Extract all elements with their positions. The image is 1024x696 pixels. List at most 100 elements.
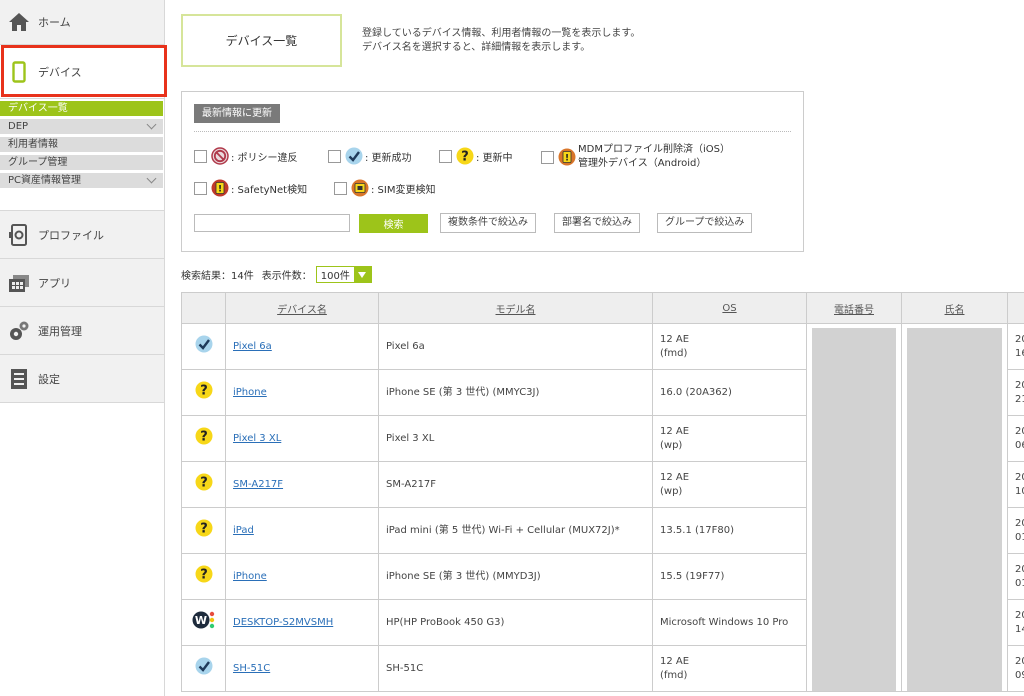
column-header-user-name[interactable]: 氏名 — [901, 292, 1008, 324]
device-name-cell: iPad — [225, 507, 379, 554]
checkbox[interactable] — [194, 149, 207, 163]
page-description: 登録しているデバイス情報、利用者情報の一覧を表示します。 デバイス名を選択すると… — [362, 27, 640, 55]
subnav-device-list[interactable]: デバイス一覧 — [0, 101, 163, 116]
policy-violation-icon — [211, 147, 229, 165]
os-version: 16.0 (20A362) — [660, 386, 732, 398]
app-icon — [8, 272, 30, 294]
extra-line2: 14 — [1015, 623, 1024, 635]
filter-sim-change[interactable]: : SIM変更検知 — [334, 179, 435, 197]
model-cell: HP(HP ProBook 450 G3) — [378, 599, 653, 646]
extra-line2: 16 — [1015, 347, 1024, 359]
nav-home[interactable]: ホーム — [0, 0, 164, 45]
nav-profile[interactable]: プロファイル — [0, 211, 164, 259]
department-filter-button[interactable]: 部署名で絞込み — [554, 213, 640, 233]
table-row: Pixel 6aPixel 6a12 AE(fmd)2016 — [181, 323, 1024, 692]
subnav-group[interactable]: グループ管理 — [0, 155, 163, 170]
checkbox[interactable] — [541, 150, 554, 164]
refresh-button[interactable]: 最新情報に更新 — [194, 104, 280, 123]
windows-agent-icon: W — [192, 611, 214, 629]
nav-ops[interactable]: 運用管理 — [0, 307, 164, 355]
checkbox[interactable] — [439, 149, 452, 163]
os-cell: 15.5 (19F77) — [652, 553, 807, 600]
user-name-cell — [901, 323, 1008, 692]
extra-line1: 20 — [1015, 655, 1024, 667]
filter-updating[interactable]: ? : 更新中 — [439, 147, 513, 165]
svg-text:?: ? — [200, 384, 208, 399]
extra-line2: 21 — [1015, 393, 1024, 405]
device-name-link[interactable]: iPad — [233, 525, 254, 536]
device-name-link[interactable]: SM-A217F — [233, 479, 283, 490]
device-name-link[interactable]: iPhone — [233, 571, 267, 582]
svg-text:?: ? — [461, 150, 469, 165]
nav-home-label: ホーム — [38, 16, 71, 29]
os-version: 15.5 (19F77) — [660, 570, 725, 582]
extra-line2: 06 — [1015, 439, 1024, 451]
extra-cell: 2001 — [1007, 553, 1024, 600]
column-header-os[interactable]: OS — [652, 292, 807, 324]
extra-line2: 01 — [1015, 577, 1024, 589]
updating-icon: ? — [195, 565, 212, 583]
device-name-cell: Pixel 3 XL — [225, 415, 379, 462]
os-version: 12 AE — [660, 655, 690, 667]
device-name-link[interactable]: iPhone — [233, 387, 267, 398]
multi-filter-button[interactable]: 複数条件で絞込み — [440, 213, 536, 233]
checkbox[interactable] — [334, 181, 347, 195]
column-header-phone[interactable]: 電話番号 — [806, 292, 902, 324]
search-input[interactable] — [194, 214, 350, 232]
device-name-link[interactable]: Pixel 6a — [233, 341, 272, 352]
os-detail: (fmd) — [660, 347, 688, 359]
redacted-block — [812, 328, 896, 691]
chevron-down-icon — [146, 173, 157, 184]
extra-cell: 2021 — [1007, 369, 1024, 416]
os-detail: (wp) — [660, 485, 683, 497]
filter-update-success[interactable]: : 更新成功 — [328, 147, 412, 165]
group-filter-button[interactable]: グループで絞込み — [657, 213, 753, 233]
extra-line1: 20 — [1015, 425, 1024, 437]
svg-text:W: W — [194, 614, 206, 627]
checkbox[interactable] — [328, 149, 341, 163]
os-cell: 16.0 (20A362) — [652, 369, 807, 416]
highlight-box — [1, 45, 167, 97]
page-description-line1: 登録しているデバイス情報、利用者情報の一覧を表示します。 — [362, 28, 641, 39]
per-page-label: 表示件数： — [261, 271, 312, 282]
filter-safetynet[interactable]: ! : SafetyNet検知 — [194, 179, 307, 197]
row-status-cell — [181, 323, 226, 370]
os-cell: 12 AE (wp) — [652, 415, 807, 462]
extra-cell: 2009 — [1007, 645, 1024, 692]
filter-policy-violation[interactable]: : ポリシー違反 — [194, 147, 298, 165]
os-version: 12 AE — [660, 333, 690, 345]
search-button[interactable]: 検索 — [359, 214, 428, 233]
svg-text:?: ? — [200, 522, 208, 537]
subnav-pc-assets[interactable]: PC資産情報管理 — [0, 173, 163, 188]
model-cell: SM-A217F — [378, 461, 653, 508]
settings-icon — [8, 368, 30, 390]
per-page-select[interactable]: 100件 — [315, 266, 372, 283]
checkbox[interactable] — [194, 181, 207, 195]
column-header-device-name[interactable]: デバイス名 — [225, 292, 379, 324]
svg-text:?: ? — [200, 476, 208, 491]
filter-mdm-removed[interactable]: ! MDMプロファイル削除済（iOS） 管理外デバイス（Android） — [541, 143, 730, 171]
model-cell: Pixel 3 XL — [378, 415, 653, 462]
mdm-removed-icon: ! — [558, 148, 576, 166]
subnav-user-info[interactable]: 利用者情報 — [0, 137, 163, 152]
column-header-model[interactable]: モデル名 — [378, 292, 653, 324]
device-name-link[interactable]: DESKTOP-S2MVSMH — [233, 617, 333, 628]
os-detail: (fmd) — [660, 669, 688, 681]
safetynet-icon: ! — [211, 179, 229, 197]
svg-text:?: ? — [200, 430, 208, 445]
divider — [194, 131, 791, 132]
chevron-down-icon — [353, 267, 371, 282]
device-name-link[interactable]: SH-51C — [233, 663, 270, 674]
nav-ops-label: 運用管理 — [38, 324, 82, 338]
column-header-extra — [1007, 292, 1024, 324]
device-name-link[interactable]: Pixel 3 XL — [233, 433, 281, 444]
subnav-dep-label: DEP — [8, 121, 29, 132]
nav-app[interactable]: アプリ — [0, 259, 164, 307]
subnav-dep[interactable]: DEP — [0, 119, 163, 134]
filter-updating-label: : 更新中 — [476, 152, 513, 164]
nav-settings-label: 設定 — [38, 372, 60, 386]
nav-settings[interactable]: 設定 — [0, 355, 164, 403]
device-name-cell: SM-A217F — [225, 461, 379, 508]
chevron-down-icon — [146, 119, 157, 130]
redacted-block — [907, 328, 1002, 691]
